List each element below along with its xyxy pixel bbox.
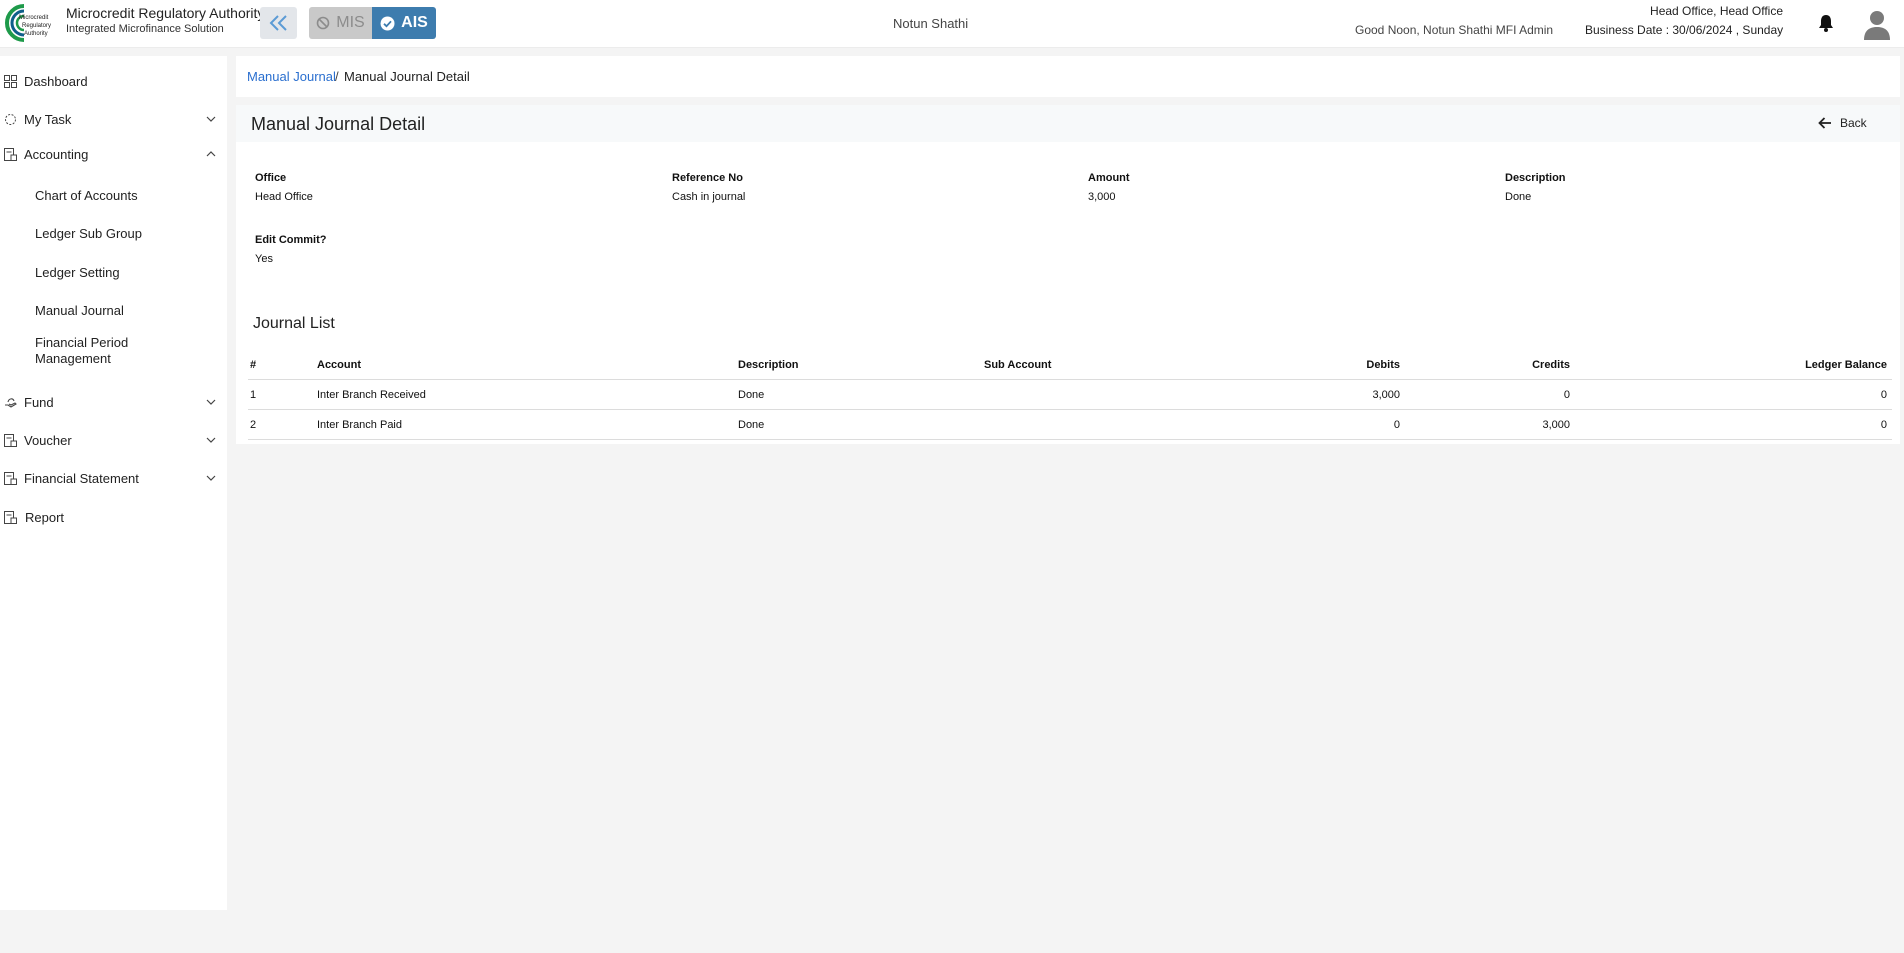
back-label: Back (1840, 116, 1867, 130)
reference-no-label: Reference No (672, 172, 743, 184)
description-value: Done (1505, 191, 1532, 203)
sidebar-subitem-manual-journal[interactable]: Manual Journal (35, 303, 124, 319)
panel-title-bar: Manual Journal Detail Back (236, 105, 1900, 142)
ledger-icon (4, 433, 17, 447)
office-value: Head Office (255, 191, 313, 203)
check-circle-icon (380, 16, 395, 30)
row-credits: 0 (1563, 389, 1570, 401)
row-ledger-balance: 0 (1880, 389, 1887, 401)
ais-label: AIS (401, 14, 428, 31)
sidebar-item-dashboard[interactable]: Dashboard (0, 67, 227, 95)
amount-value: 3,000 (1088, 191, 1116, 203)
column-header-account: Account (317, 359, 361, 371)
table-row: 1 Inter Branch Received Done 3,000 0 0 (248, 380, 1892, 410)
sidebar-item-label: Accounting (24, 146, 89, 162)
sidebar-item-label: Financial Statement (24, 470, 139, 486)
row-description: Done (738, 389, 765, 401)
bell-icon[interactable] (1818, 14, 1834, 32)
chevron-up-icon (206, 151, 216, 157)
double-chevron-left-icon (269, 15, 287, 31)
table-header-row: # Account Description Sub Account Debits… (248, 350, 1892, 380)
ledger-icon (4, 471, 17, 485)
ais-button[interactable]: AIS (372, 7, 436, 39)
sidebar-item-voucher[interactable]: Voucher (0, 426, 227, 454)
row-account: Inter Branch Paid (317, 419, 402, 431)
top-header: Microcredit Regulatory Authority Microcr… (0, 0, 1904, 48)
organization-name: Notun Shathi (893, 16, 969, 31)
sidebar-item-report[interactable]: Report (0, 503, 227, 531)
sidebar-item-label: Dashboard (24, 73, 88, 89)
journal-list-title: Journal List (253, 315, 335, 332)
grid-icon (4, 74, 17, 88)
sidebar-item-label: Voucher (24, 432, 72, 448)
journal-table: # Account Description Sub Account Debits… (248, 350, 1892, 440)
row-description: Done (738, 419, 765, 431)
module-toggle: MIS AIS (309, 7, 436, 39)
chevron-down-icon (206, 399, 216, 405)
business-date: Business Date : 30/06/2024 , Sunday (1585, 23, 1784, 37)
back-button[interactable]: Back (1818, 116, 1867, 130)
chevron-down-icon (206, 475, 216, 481)
svg-text:Authority: Authority (24, 31, 48, 37)
column-header-ledger-balance: Ledger Balance (1805, 359, 1887, 371)
column-header-number: # (250, 359, 257, 371)
row-debits: 0 (1393, 419, 1400, 431)
ban-icon (316, 16, 330, 30)
sidebar-item-label: Fund (24, 394, 54, 410)
brand-title: Microcredit Regulatory Authority (66, 5, 265, 21)
sidebar-item-label: My Task (24, 111, 72, 127)
row-ledger-balance: 0 (1880, 419, 1887, 431)
sidebar-item-financial-statement[interactable]: Financial Statement (0, 464, 227, 492)
breadcrumb: Manual Journal / Manual Journal Detail (236, 56, 1900, 97)
amount-label: Amount (1088, 172, 1130, 184)
hand-money-icon (5, 397, 17, 408)
column-header-debits: Debits (1366, 359, 1400, 371)
sidebar-subitem-ledger-setting[interactable]: Ledger Setting (35, 265, 120, 281)
sidebar: Dashboard My Task Accounting Chart of Ac… (0, 56, 227, 910)
breadcrumb-current: Manual Journal Detail (344, 69, 470, 84)
edit-commit-value: Yes (255, 253, 273, 265)
sidebar-item-accounting[interactable]: Accounting (0, 140, 227, 168)
detail-panel: Manual Journal Detail Back Office Head O… (236, 105, 1900, 444)
office-label: Office (255, 172, 287, 184)
sidebar-subitem-chart-of-accounts[interactable]: Chart of Accounts (35, 188, 138, 204)
row-number: 2 (250, 419, 257, 431)
greeting-text: Good Noon, Notun Shathi MFI Admin (1355, 23, 1554, 37)
description-label: Description (1505, 172, 1566, 184)
collapse-sidebar-button[interactable] (260, 7, 297, 39)
sidebar-item-my-task[interactable]: My Task (0, 105, 227, 133)
sidebar-subitem-financial-period-management[interactable]: Financial Period Management (35, 335, 165, 367)
column-header-sub-account: Sub Account (984, 359, 1052, 371)
chevron-down-icon (206, 437, 216, 443)
svg-text:Microcredit: Microcredit (19, 15, 49, 21)
mis-button[interactable]: MIS (309, 7, 372, 39)
row-number: 1 (250, 389, 257, 401)
chevron-down-icon (206, 116, 216, 122)
reference-no-value: Cash in journal (672, 191, 746, 203)
breadcrumb-link-manual-journal[interactable]: Manual Journal (247, 69, 336, 84)
mra-logo: Microcredit Regulatory Authority (5, 4, 51, 42)
breadcrumb-separator: / (335, 69, 339, 84)
brand-subtitle: Integrated Microfinance Solution (66, 23, 224, 35)
row-account: Inter Branch Received (317, 389, 426, 401)
column-header-description: Description (738, 359, 799, 371)
report-icon (4, 510, 17, 524)
page-title: Manual Journal Detail (251, 114, 426, 134)
spinner-icon (5, 113, 16, 125)
sidebar-item-fund[interactable]: Fund (0, 388, 227, 416)
sidebar-item-label: Report (25, 509, 65, 525)
row-debits: 3,000 (1372, 389, 1400, 401)
mis-label: MIS (336, 14, 365, 31)
column-header-credits: Credits (1532, 359, 1570, 371)
office-name: Head Office, Head Office (1650, 4, 1783, 18)
row-credits: 3,000 (1542, 419, 1570, 431)
svg-text:Regulatory: Regulatory (22, 23, 51, 29)
user-avatar-icon[interactable] (1862, 8, 1892, 40)
arrow-left-icon (1818, 117, 1831, 129)
edit-commit-label: Edit Commit? (255, 234, 327, 246)
ledger-icon (4, 147, 17, 161)
sidebar-subitem-ledger-sub-group[interactable]: Ledger Sub Group (35, 226, 142, 242)
table-row: 2 Inter Branch Paid Done 0 3,000 0 (248, 410, 1892, 440)
